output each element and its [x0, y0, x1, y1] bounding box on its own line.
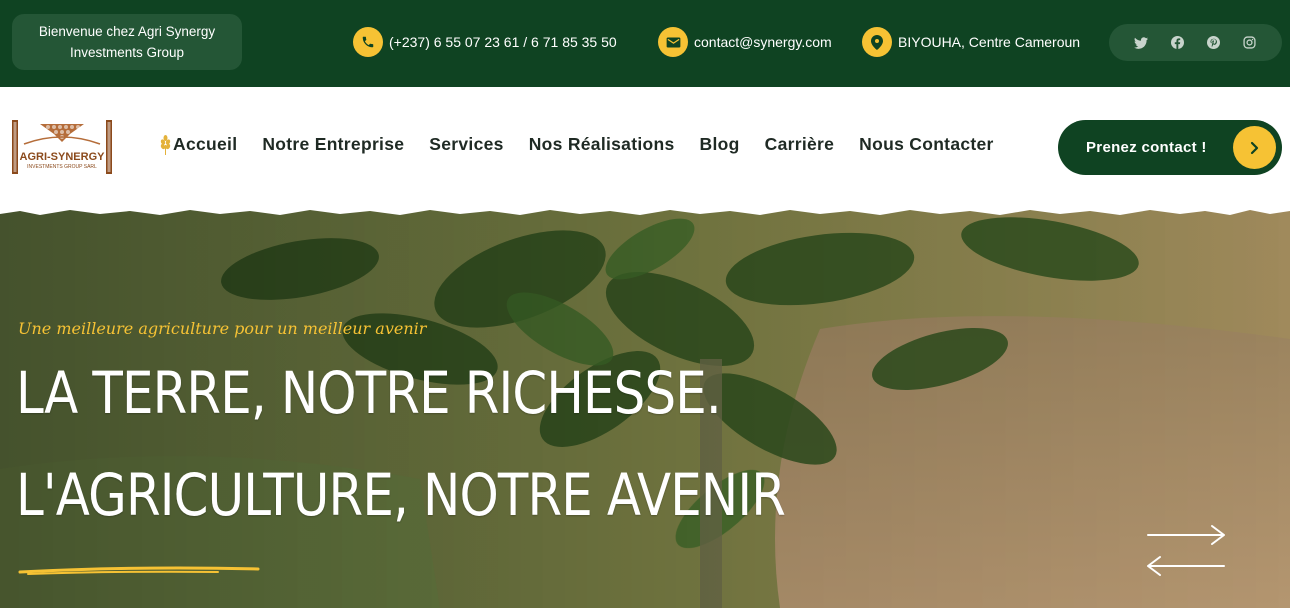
nav-item-carriere[interactable]: Carrière — [765, 134, 835, 155]
nav-label: Nos Réalisations — [528, 134, 675, 154]
cta-label: Prenez contact ! — [1086, 139, 1207, 156]
nav-item-entreprise[interactable]: Notre Entreprise — [262, 134, 404, 155]
nav-label: Services — [429, 134, 504, 154]
phone-icon — [353, 27, 383, 57]
phone-text: (+237) 6 55 07 23 61 / 6 71 85 35 50 — [389, 34, 617, 50]
pinterest-icon[interactable] — [1206, 35, 1222, 51]
location-text: BIYOUHA, Centre Cameroun — [898, 34, 1081, 50]
main-navbar: AGRI-SYNERGY INVESTMENTS GROUP SARL Accu… — [0, 87, 1290, 209]
phone-contact[interactable]: (+237) 6 55 07 23 61 / 6 71 85 35 50 — [353, 26, 617, 58]
email-contact[interactable]: contact@synergy.com — [658, 26, 832, 58]
social-links — [1109, 24, 1282, 61]
nav-item-contact[interactable]: Nous Contacter — [859, 134, 994, 155]
nav-label: Blog — [699, 134, 740, 154]
welcome-badge: Bienvenue chez Agri Synergy Investments … — [12, 14, 242, 70]
decorative-underline — [18, 566, 260, 575]
location-pin-icon — [862, 27, 892, 57]
facebook-icon[interactable] — [1169, 35, 1185, 51]
contact-cta-button[interactable]: Prenez contact ! — [1058, 120, 1282, 175]
arrow-right-icon[interactable] — [1144, 523, 1228, 547]
torn-edge-divider — [0, 209, 1290, 215]
nav-item-services[interactable]: Services — [429, 134, 503, 155]
nav-label: Notre Entreprise — [262, 134, 405, 154]
logo-text-sub: INVESTMENTS GROUP SARL — [27, 164, 97, 170]
nav-item-realisations[interactable]: Nos Réalisations — [529, 134, 675, 155]
hero-tagline: Une meilleure agriculture pour un meille… — [18, 319, 427, 338]
main-nav: Accueil Notre Entreprise Services Nos Ré… — [160, 134, 994, 155]
twitter-icon[interactable] — [1133, 35, 1149, 51]
company-logo[interactable]: AGRI-SYNERGY INVESTMENTS GROUP SARL — [12, 120, 112, 174]
arrow-left-icon[interactable] — [1144, 554, 1228, 578]
hero-headline-line1: LA TERRE, NOTRE RICHESSE. — [16, 359, 722, 427]
hero-slider: Une meilleure agriculture pour un meille… — [0, 209, 1290, 608]
top-bar: Bienvenue chez Agri Synergy Investments … — [0, 0, 1290, 87]
instagram-icon[interactable] — [1242, 35, 1258, 51]
logo-text-main: AGRI-SYNERGY — [20, 151, 106, 163]
nav-label: Carrière — [764, 134, 835, 154]
email-text: contact@synergy.com — [694, 34, 832, 50]
mail-icon — [658, 27, 688, 57]
chevron-right-icon — [1233, 126, 1276, 169]
hero-headline-line2: L'AGRICULTURE, NOTRE AVENIR — [16, 461, 786, 529]
nav-item-blog[interactable]: Blog — [700, 134, 740, 155]
nav-label: Nous Contacter — [859, 134, 994, 154]
wheat-icon — [160, 134, 171, 155]
nav-item-accueil[interactable]: Accueil — [160, 134, 237, 155]
nav-label-accueil: Accueil — [173, 134, 238, 154]
location-contact: BIYOUHA, Centre Cameroun — [862, 26, 1080, 58]
